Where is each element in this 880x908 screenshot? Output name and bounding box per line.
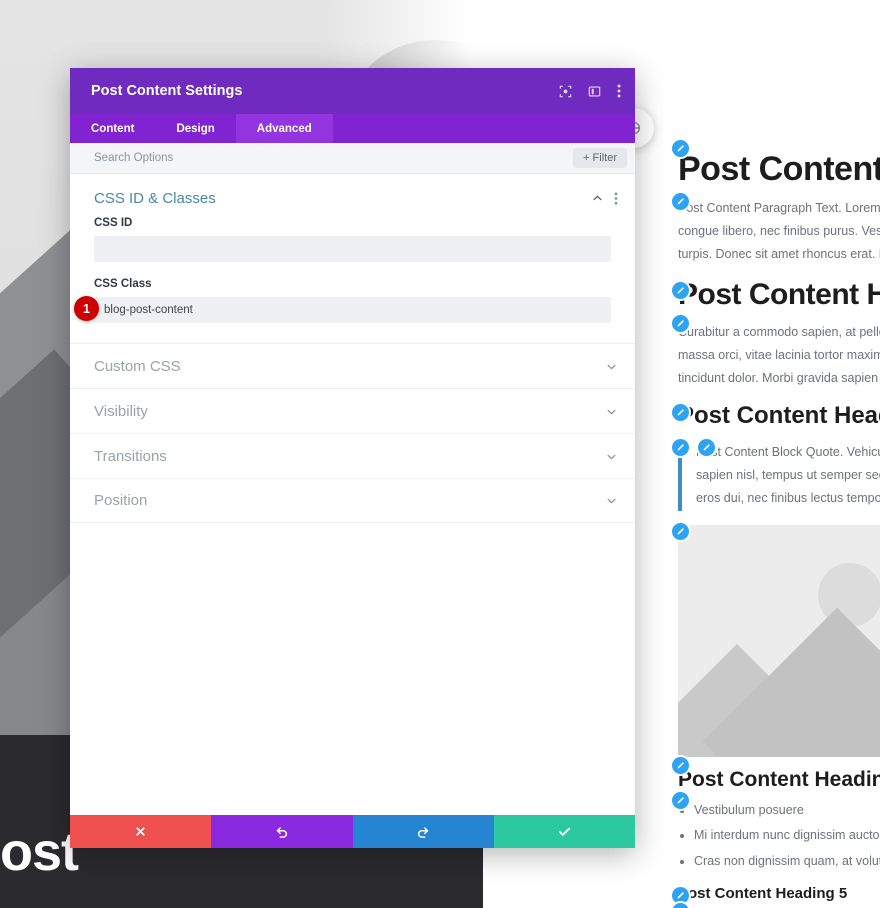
undo-button[interactable] <box>211 815 353 848</box>
content-heading-1: Post Content <box>678 150 880 188</box>
group-header[interactable]: CSS ID & Classes <box>70 174 635 217</box>
field-css-id: CSS ID <box>70 217 635 278</box>
edit-pencil-icon[interactable] <box>698 439 715 457</box>
content-heading-2: Post Content H <box>678 278 880 312</box>
edit-pencil-icon[interactable] <box>672 522 689 540</box>
group-more-vertical-icon[interactable] <box>614 192 618 205</box>
redo-icon <box>416 825 430 839</box>
modal-body: CSS ID & Classes CSS ID CSS Class 1 blog… <box>70 174 635 815</box>
group-title: Position <box>94 492 148 509</box>
modal-footer <box>70 815 635 848</box>
edit-pencil-icon[interactable] <box>672 902 689 908</box>
group-title: Custom CSS <box>94 357 181 375</box>
edit-pencil-icon[interactable] <box>672 314 689 332</box>
chevron-down-icon[interactable] <box>605 405 618 418</box>
edit-pencil-icon[interactable] <box>672 886 689 904</box>
group-position[interactable]: Position <box>70 478 635 523</box>
content-paragraph-line: Curabitur a commodo sapien, at pellente <box>678 324 880 339</box>
close-icon <box>134 825 147 838</box>
more-vertical-icon[interactable] <box>617 84 621 98</box>
css-class-input[interactable] <box>94 297 611 323</box>
list-item: Vestibulum posuere <box>694 798 880 824</box>
group-visibility[interactable]: Visibility <box>70 388 635 433</box>
content-bullet-list: Vestibulum posuere Mi interdum nunc dign… <box>694 798 880 875</box>
group-css-id-and-classes: CSS ID & Classes CSS ID CSS Class 1 blog… <box>70 174 635 343</box>
list-item: Cras non dignissim quam, at volutpat n <box>694 849 880 875</box>
blockquote-line: eros dui, nec finibus lectus tempor n <box>696 491 880 506</box>
check-icon <box>557 824 572 839</box>
modal-titlebar-icons <box>559 84 621 98</box>
field-css-class: CSS Class 1 <box>70 278 635 339</box>
edit-pencil-icon[interactable] <box>672 193 689 211</box>
content-placeholder-image <box>678 524 880 757</box>
search-options-bar: + Filter <box>70 143 635 174</box>
screen: ost Post Content Post Content Paragraph … <box>0 0 880 908</box>
group-title: Visibility <box>94 402 148 420</box>
edit-pencil-icon[interactable] <box>672 791 689 809</box>
group-custom-css[interactable]: Custom CSS <box>70 343 635 388</box>
chevron-down-icon[interactable] <box>605 360 618 373</box>
edit-pencil-icon[interactable] <box>672 140 689 157</box>
content-paragraph-line: Post Content Paragraph Text. Lorem ipsu <box>678 201 880 216</box>
content-heading-4: Post Content Heading 4 <box>678 767 880 791</box>
tab-design[interactable]: Design <box>155 114 235 143</box>
undo-icon <box>275 825 289 839</box>
blockquote-line: Post Content Block Quote. Vehicula v <box>696 445 880 460</box>
group-transitions[interactable]: Transitions <box>70 433 635 478</box>
post-content-column: Post Content Post Content Paragraph Text… <box>672 0 880 908</box>
dark-band-text: ost <box>0 822 79 882</box>
post-content-settings-modal: Post Content Settings Content Design Adv… <box>70 68 635 848</box>
field-label: CSS ID <box>94 217 133 229</box>
tab-content[interactable]: Content <box>70 114 155 143</box>
content-paragraph-line: tincidunt dolor. Morbi gravida sapien co… <box>678 371 880 386</box>
redo-button[interactable] <box>352 815 494 848</box>
group-title: Transitions <box>94 447 167 465</box>
group-title: CSS ID & Classes <box>94 190 216 207</box>
chevron-down-icon[interactable] <box>605 494 618 507</box>
content-paragraph-line: massa orci, vitae lacinia tortor maximus… <box>678 348 880 363</box>
content-heading-3: Post Content Headin <box>678 402 880 430</box>
modal-title: Post Content Settings <box>91 83 243 99</box>
modal-tabs: Content Design Advanced <box>70 114 635 143</box>
list-item: Mi interdum nunc dignissim auctor <box>694 823 880 849</box>
edit-pencil-icon[interactable] <box>672 439 689 457</box>
filter-button[interactable]: + Filter <box>573 148 627 168</box>
layout-columns-icon[interactable] <box>588 85 601 98</box>
field-label: CSS Class <box>94 278 152 290</box>
content-heading-5: Post Content Heading 5 <box>678 884 848 902</box>
search-input[interactable] <box>94 152 574 164</box>
content-paragraph-line: congue libero, nec finibus purus. Vestib… <box>678 224 880 239</box>
chevron-up-icon[interactable] <box>591 192 604 205</box>
chevron-down-icon[interactable] <box>605 450 618 463</box>
edit-pencil-icon[interactable] <box>672 756 689 774</box>
cancel-button[interactable] <box>70 815 212 848</box>
modal-titlebar: Post Content Settings <box>70 68 635 114</box>
step-badge-1: 1 <box>74 296 99 321</box>
blockquote-line: sapien nisl, tempus ut semper sed, c <box>696 468 880 483</box>
content-paragraph-line: turpis. Donec sit amet rhoncus erat. Pha… <box>678 247 880 262</box>
save-button[interactable] <box>493 815 635 848</box>
tab-advanced[interactable]: Advanced <box>235 114 333 143</box>
focus-target-icon[interactable] <box>559 85 572 98</box>
css-id-input[interactable] <box>94 236 611 262</box>
